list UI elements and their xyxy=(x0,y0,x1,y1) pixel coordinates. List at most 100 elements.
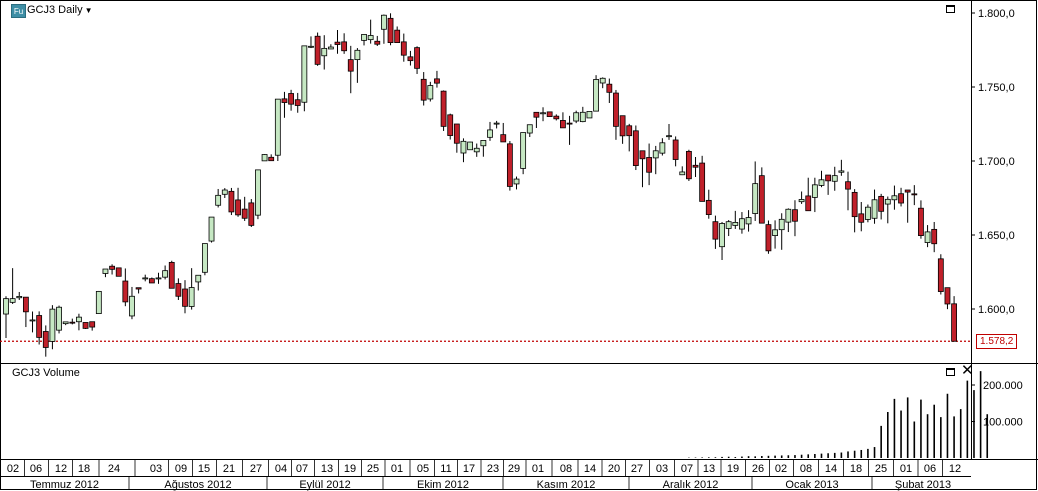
maximize-icon[interactable] xyxy=(946,5,955,13)
candle-body xyxy=(785,208,792,223)
candle-body xyxy=(341,41,348,52)
candle-body xyxy=(261,154,268,162)
x-tick-label: 24 xyxy=(108,463,120,475)
candle-body xyxy=(606,83,613,93)
month-label: Ekim 2012 xyxy=(417,479,469,491)
candle-body xyxy=(195,274,202,283)
candle-body xyxy=(772,229,778,236)
candle-body xyxy=(613,92,619,127)
chart-svg: 1.600,0 1.650,0 1.700,0 1.750,0 1.800,0 100.0… xyxy=(0,0,1038,491)
candle-body xyxy=(400,41,407,56)
candle-body xyxy=(56,306,62,331)
volume-pane-title-label: GCJ3 Volume xyxy=(12,367,80,379)
x-tick-label: 25 xyxy=(367,463,379,475)
x-tick-label: 14 xyxy=(584,463,596,475)
x-tick-label: 23 xyxy=(487,463,499,475)
candle-body xyxy=(487,129,493,138)
candle-body xyxy=(394,29,401,43)
price-y-tick-label: 1.750,0 xyxy=(978,82,1015,94)
caret-down-icon[interactable]: ▼ xyxy=(85,6,93,15)
candle-body xyxy=(235,199,241,216)
volume-pane-title[interactable]: GCJ3 Volume xyxy=(12,367,80,379)
candle-body xyxy=(652,150,659,159)
candle-body xyxy=(248,202,255,226)
candle-body xyxy=(148,278,155,284)
candle-body xyxy=(918,207,924,236)
candle-body xyxy=(533,111,540,118)
x-tick-label: 12 xyxy=(55,463,67,475)
candle-body xyxy=(878,195,885,212)
candle-body xyxy=(931,228,938,245)
x-tick-label: 17 xyxy=(463,463,475,475)
candle-body xyxy=(208,216,215,242)
candle-body xyxy=(294,99,301,106)
month-label: Aralık 2012 xyxy=(663,479,719,491)
candle-body xyxy=(865,206,871,220)
candle-body xyxy=(162,270,169,278)
candle-body xyxy=(679,171,686,176)
price-y-tick-label: 1.700,0 xyxy=(978,156,1015,168)
candle-body xyxy=(354,49,361,61)
x-tick-label: 06 xyxy=(924,463,936,475)
candle-body xyxy=(42,331,49,348)
close-icon[interactable]: ✕ xyxy=(961,363,974,378)
x-tick-label: 03 xyxy=(150,463,162,475)
maximize-icon[interactable] xyxy=(946,368,955,376)
candle-body xyxy=(49,308,56,342)
candle-body xyxy=(838,170,845,173)
candle-body xyxy=(851,191,858,218)
candle-body xyxy=(367,35,374,41)
candle-body xyxy=(29,319,36,322)
candle-body xyxy=(387,17,394,43)
candle-body xyxy=(520,132,527,169)
candle-body xyxy=(334,41,341,45)
x-tick-label: 06 xyxy=(30,463,42,475)
candle-body xyxy=(22,296,29,313)
candle-body xyxy=(758,175,765,224)
candle-body xyxy=(705,199,712,215)
x-tick-label: 21 xyxy=(223,463,235,475)
candle-body xyxy=(480,140,487,147)
x-tick-label: 18 xyxy=(850,463,862,475)
candle-body xyxy=(685,150,692,180)
candle-body xyxy=(36,315,43,338)
candle-body xyxy=(453,123,460,144)
x-tick-label: 01 xyxy=(900,463,912,475)
x-tick-label: 13 xyxy=(703,463,715,475)
futures-badge[interactable]: Fu xyxy=(11,4,26,18)
candle-body xyxy=(646,157,653,173)
candle-body xyxy=(440,90,447,127)
candle-body xyxy=(321,47,328,57)
x-tick-label: 19 xyxy=(344,463,356,475)
candle-body xyxy=(593,79,599,112)
candle-body xyxy=(666,135,672,138)
candle-body xyxy=(76,316,82,323)
last-price-label: 1.578,2 xyxy=(976,334,1018,349)
candle-body xyxy=(904,189,911,193)
candle-body xyxy=(778,218,785,231)
candle-body xyxy=(798,199,805,203)
price-pane-title[interactable]: GCJ3 Daily ▼ xyxy=(27,4,93,16)
candle-body xyxy=(301,45,308,103)
candle-body xyxy=(493,122,500,125)
candle-body xyxy=(506,143,513,187)
x-tick-label: 19 xyxy=(727,463,739,475)
candle-body xyxy=(122,280,129,303)
candle-body xyxy=(109,265,115,270)
price-y-tick-label: 1.600,0 xyxy=(978,304,1015,316)
candle-body xyxy=(845,181,851,190)
candle-body xyxy=(739,218,745,230)
x-tick-label: 04 xyxy=(275,463,287,475)
candle-body xyxy=(175,283,182,297)
candle-body xyxy=(308,45,314,48)
x-tick-label: 27 xyxy=(250,463,262,475)
candle-body xyxy=(944,287,951,305)
x-tick-label: 14 xyxy=(825,463,837,475)
candle-body xyxy=(447,114,454,136)
candle-body xyxy=(692,164,699,168)
candle-body xyxy=(553,115,560,120)
x-tick-label: 01 xyxy=(391,463,403,475)
candle-body xyxy=(255,169,261,216)
candle-body xyxy=(745,217,752,225)
month-label: Temmuz 2012 xyxy=(30,479,99,491)
